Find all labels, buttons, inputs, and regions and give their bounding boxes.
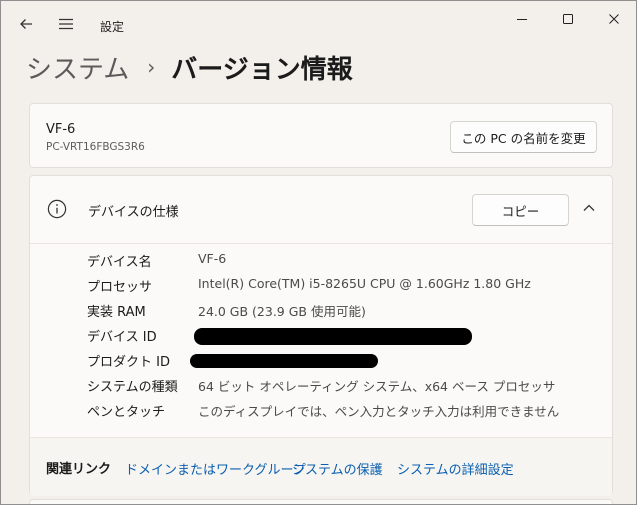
pc-name: VF-6: [46, 122, 76, 137]
spec-value: 64 ビット オペレーティング システム、x64 ベース プロセッサ: [198, 379, 556, 394]
breadcrumb: システム › バージョン情報: [26, 47, 353, 87]
maximize-button[interactable]: [545, 7, 591, 31]
rename-pc-button[interactable]: この PC の名前を変更: [450, 121, 597, 153]
redacted-device-id: [194, 328, 472, 345]
spec-value: 24.0 GB (23.9 GB 使用可能): [198, 304, 366, 319]
device-spec-header[interactable]: デバイスの仕様 コピー: [30, 176, 612, 244]
page-title: バージョン情報: [171, 54, 353, 85]
copy-button[interactable]: コピー: [472, 194, 569, 226]
close-button[interactable]: [591, 7, 636, 31]
arrow-left-icon: [20, 19, 32, 29]
settings-window: 設定 システム › バージョン情報 VF-6 PC-VRT16FBGS3R6 こ…: [0, 0, 637, 505]
chevron-right-icon: ›: [147, 55, 156, 79]
spec-row-system-type: システムの種類 64 ビット オペレーティング システム、x64 ベース プロセ…: [30, 376, 612, 401]
chevron-up-icon[interactable]: [581, 200, 597, 216]
device-spec-title: デバイスの仕様: [88, 205, 179, 220]
spec-value: VF-6: [198, 251, 227, 266]
breadcrumb-system-link[interactable]: システム: [26, 49, 129, 86]
minimize-icon: [517, 19, 527, 20]
info-icon: [47, 199, 67, 219]
spec-label: プロセッサ: [87, 280, 153, 295]
pc-name-card: VF-6 PC-VRT16FBGS3R6 この PC の名前を変更: [29, 103, 613, 168]
close-icon: [609, 14, 619, 24]
spec-value: このディスプレイでは、ペン入力とタッチ入力は利用できません: [198, 404, 560, 419]
redacted-product-id: [190, 354, 378, 368]
spec-row-ram: 実装 RAM 24.0 GB (23.9 GB 使用可能): [30, 301, 612, 326]
spec-label: デバイス ID: [87, 330, 157, 345]
related-links: 関連リンク ドメインまたはワークグループ システムの保護 システムの詳細設定: [30, 437, 612, 496]
spec-row-pen-touch: ペンとタッチ このディスプレイでは、ペン入力とタッチ入力は利用できません: [30, 401, 612, 426]
maximize-icon: [563, 14, 573, 24]
spec-label: 実装 RAM: [87, 305, 146, 320]
device-spec-card: デバイスの仕様 コピー デバイス名 VF-6 プロセッサ Intel(R) Co…: [29, 175, 613, 496]
spec-row-device-name: デバイス名 VF-6: [30, 251, 612, 276]
spec-label: ペンとタッチ: [87, 405, 166, 420]
spec-row-processor: プロセッサ Intel(R) Core(TM) i5-8265U CPU @ 1…: [30, 276, 612, 301]
next-card: [29, 499, 613, 504]
spec-label: プロダクト ID: [87, 355, 170, 370]
back-button[interactable]: [13, 11, 39, 37]
spec-row-product-id: プロダクト ID: [30, 351, 612, 376]
window-title: 設定: [100, 20, 125, 34]
spec-row-device-id: デバイス ID: [30, 326, 612, 351]
system-protection-link[interactable]: システムの保護: [292, 459, 383, 478]
spec-label: デバイス名: [87, 255, 152, 270]
pc-full-name: PC-VRT16FBGS3R6: [46, 141, 145, 153]
related-links-label: 関連リンク: [46, 462, 112, 477]
spec-value: Intel(R) Core(TM) i5-8265U CPU @ 1.60GHz…: [198, 276, 531, 291]
navigation-menu-button[interactable]: [53, 11, 79, 37]
hamburger-icon: [59, 18, 73, 30]
spec-label: システムの種類: [87, 380, 178, 395]
minimize-button[interactable]: [499, 7, 545, 31]
advanced-system-settings-link[interactable]: システムの詳細設定: [397, 459, 514, 478]
title-bar: 設定: [1, 1, 636, 47]
domain-workgroup-link[interactable]: ドメインまたはワークグループ: [125, 459, 306, 478]
